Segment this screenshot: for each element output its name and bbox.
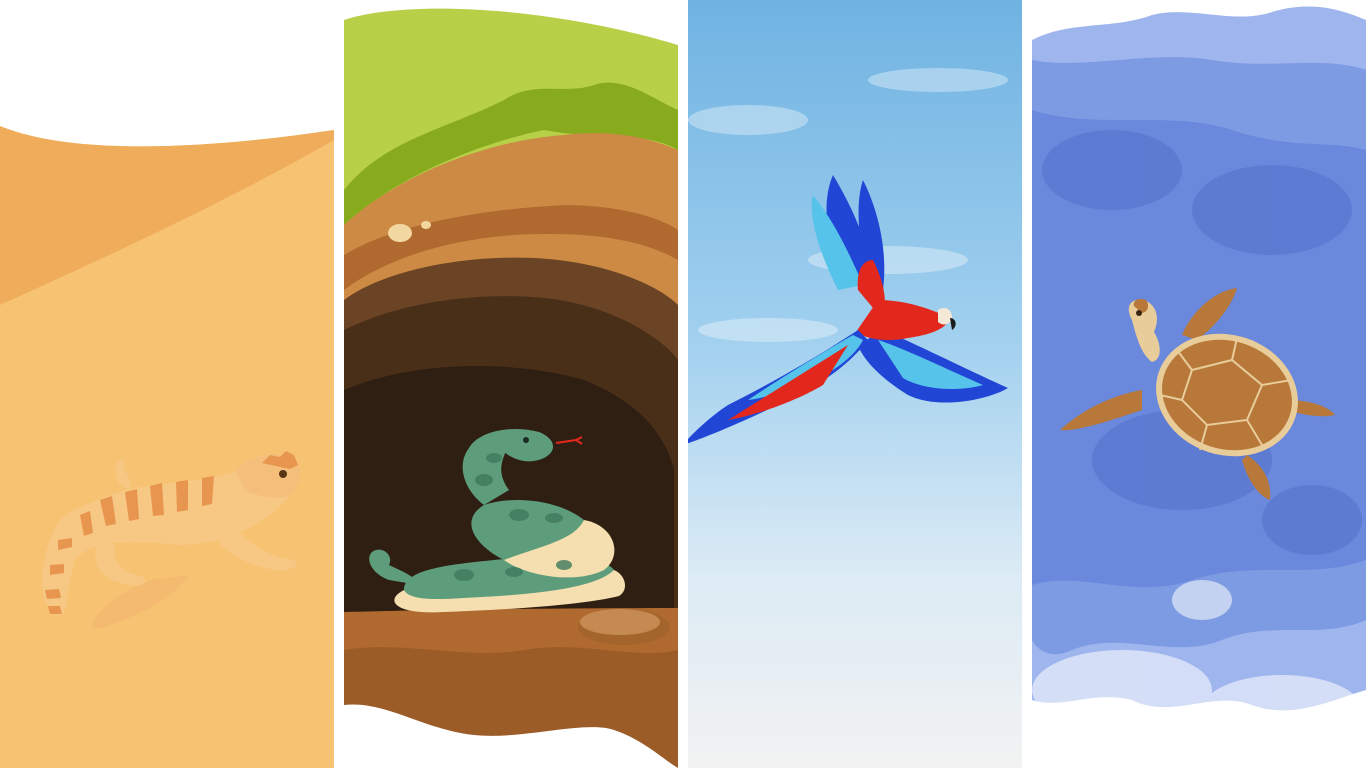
desert-scene [0, 0, 334, 768]
dirt-highlight [388, 224, 412, 242]
ocean-scene [1032, 0, 1366, 768]
sky-panel [688, 0, 1022, 768]
ocean-panel [1032, 0, 1366, 768]
burrow-scene [344, 0, 678, 768]
desert-panel [0, 0, 334, 768]
burrow-panel [344, 0, 678, 768]
sky-scene [688, 0, 1022, 768]
